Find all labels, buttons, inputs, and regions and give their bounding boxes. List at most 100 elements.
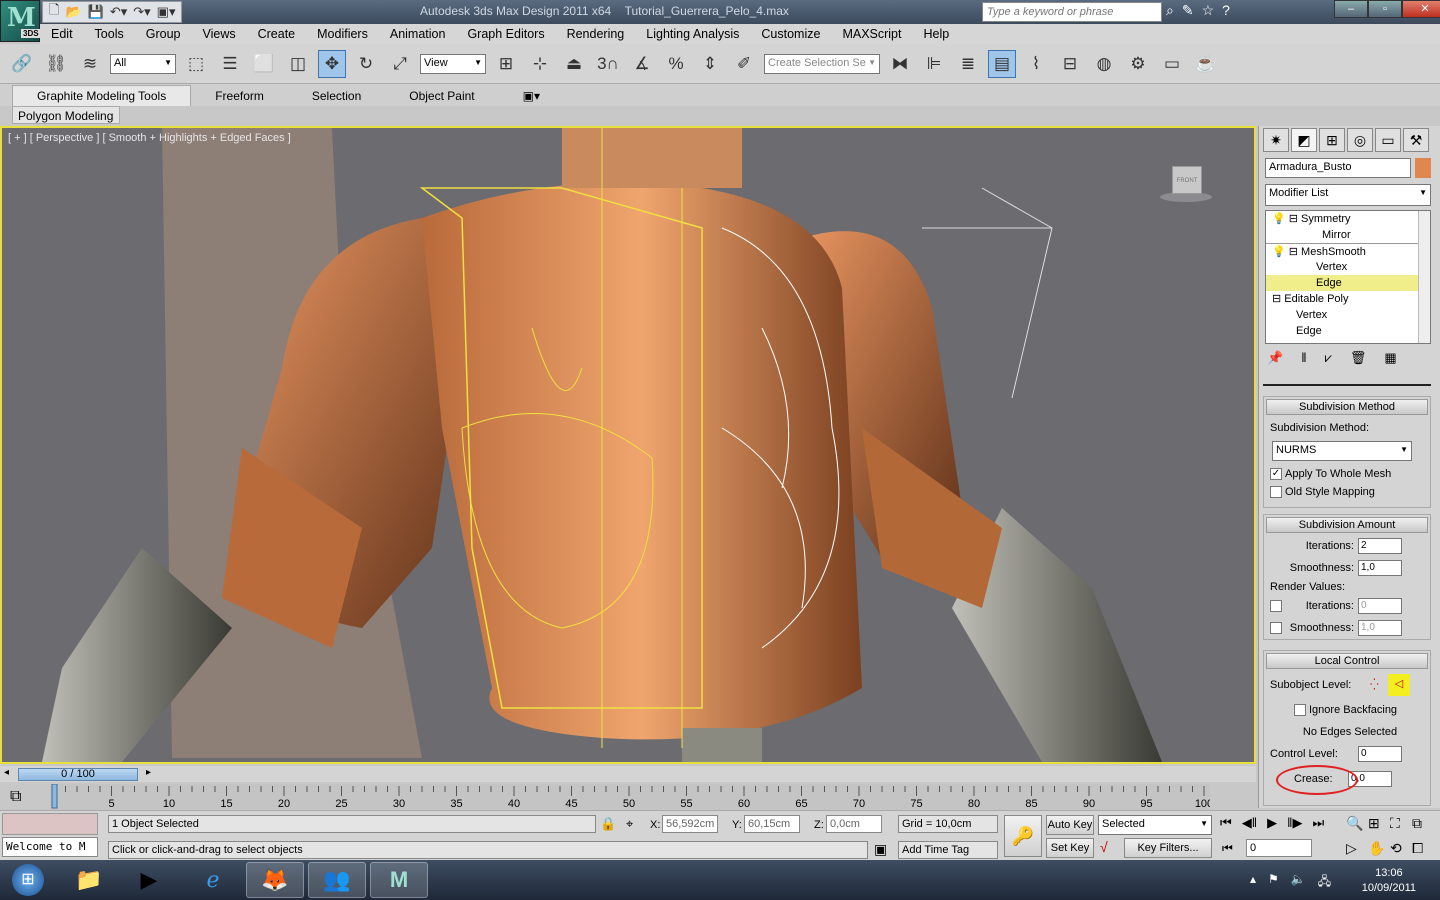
display-tab-icon[interactable]: ▭ xyxy=(1375,128,1401,152)
old-style-mapping-checkbox[interactable]: Old Style Mapping xyxy=(1264,481,1430,503)
app-menu-button[interactable]: M 3DS xyxy=(0,0,41,42)
polygon-modeling-panel[interactable]: Polygon Modeling xyxy=(12,106,120,124)
action-center-icon[interactable]: ⚑ xyxy=(1268,872,1279,893)
rollout-header[interactable]: Subdivision Method xyxy=(1266,399,1428,415)
select-and-scale-icon[interactable]: ⤢ xyxy=(386,50,414,78)
menu-lighting-analysis[interactable]: Lighting Analysis xyxy=(635,27,750,41)
undo-icon[interactable]: ↶▾ xyxy=(110,4,127,20)
key-mode-dropdown[interactable]: Selected xyxy=(1098,815,1212,835)
edge-subobject-icon[interactable]: ◁ xyxy=(1388,674,1410,696)
align-icon[interactable]: ⊫ xyxy=(920,50,948,78)
search-input[interactable]: Type a keyword or phrase xyxy=(982,2,1162,22)
object-name-input[interactable]: Armadura_Busto xyxy=(1265,158,1411,178)
show-hidden-icons[interactable]: ▴ xyxy=(1250,872,1256,893)
stack-item-meshsmooth[interactable]: 💡 ⊟ MeshSmooth xyxy=(1266,243,1430,259)
lightbulb-icon[interactable]: 💡 xyxy=(1272,246,1286,258)
project-folder-icon[interactable]: ▣▾ xyxy=(157,4,176,20)
start-button[interactable]: ⊞ xyxy=(0,862,56,898)
set-key-mode-icon[interactable]: 🔑 xyxy=(1004,815,1042,857)
menu-maxscript[interactable]: MAXScript xyxy=(831,27,912,41)
key-mode-toggle-icon[interactable]: ⏮ xyxy=(1222,841,1233,856)
create-tab-icon[interactable]: ✷ xyxy=(1263,128,1289,152)
modify-tab-icon[interactable]: ◩ xyxy=(1291,128,1317,152)
viewport-label[interactable]: [ + ] [ Perspective ] [ Smooth + Highlig… xyxy=(8,132,291,144)
set-key-button[interactable]: Set Key xyxy=(1046,838,1094,858)
reference-coordinate-dropdown[interactable]: View xyxy=(420,53,486,74)
modifier-list-dropdown[interactable]: Modifier List xyxy=(1265,184,1431,206)
menu-help[interactable]: Help xyxy=(912,27,960,41)
y-coordinate-field[interactable]: 60,15cm xyxy=(744,815,800,833)
menu-animation[interactable]: Animation xyxy=(379,27,457,41)
x-coordinate-field[interactable]: 56,592cm xyxy=(662,815,718,833)
go-to-start-icon[interactable]: ⏮ xyxy=(1220,815,1232,831)
control-level-spinner[interactable]: 0 xyxy=(1358,746,1402,762)
z-coordinate-field[interactable]: 0,0cm xyxy=(826,815,882,833)
spinner-snap-icon[interactable]: ⇕ xyxy=(696,50,724,78)
play-icon[interactable]: ▶ xyxy=(1267,815,1277,831)
zoom-extents-all-icon[interactable]: ⧉ xyxy=(1412,815,1434,832)
absolute-mode-icon[interactable]: ⌖ xyxy=(626,816,633,832)
explorer-icon[interactable]: 📁 xyxy=(60,862,118,898)
redo-icon[interactable]: ↷▾ xyxy=(133,4,150,20)
help-icon[interactable]: ? xyxy=(1222,2,1230,19)
selection-lock-icon[interactable]: 🔒 xyxy=(600,816,616,832)
window-crossing-icon[interactable]: ◫ xyxy=(284,50,312,78)
maximize-button[interactable]: ▫ xyxy=(1368,0,1402,18)
perspective-viewport[interactable]: [ + ] [ Perspective ] [ Smooth + Highlig… xyxy=(0,126,1256,764)
curve-editor-icon[interactable]: ⌇ xyxy=(1022,50,1050,78)
rollout-header[interactable]: Local Control xyxy=(1266,653,1428,669)
stack-item-editable-poly[interactable]: ⊟ Editable Poly xyxy=(1266,291,1430,307)
select-by-name-icon[interactable]: ☰ xyxy=(216,50,244,78)
make-unique-icon[interactable]: ⩗ xyxy=(1325,350,1332,366)
vertex-subobject-icon[interactable]: ⁛ xyxy=(1370,671,1379,699)
time-slider[interactable]: ◂ 0 / 100 ▸ xyxy=(0,766,1256,782)
minimize-button[interactable]: – xyxy=(1334,0,1368,18)
current-frame-marker[interactable] xyxy=(51,783,58,809)
orbit-icon[interactable]: ⟲ xyxy=(1390,840,1412,857)
menu-customize[interactable]: Customize xyxy=(750,27,831,41)
object-color-swatch[interactable] xyxy=(1415,158,1431,178)
select-and-move-icon[interactable]: ✥ xyxy=(318,49,346,78)
subdivision-method-dropdown[interactable]: NURMS xyxy=(1272,441,1412,461)
rollout-header[interactable]: Subdivision Amount xyxy=(1266,517,1428,533)
ignore-backfacing-checkbox[interactable]: Ignore Backfacing xyxy=(1264,699,1430,721)
pivot-center-icon[interactable]: ⊞ xyxy=(492,50,520,78)
zoom-extents-icon[interactable]: ⛶ xyxy=(1390,815,1412,832)
hierarchy-tab-icon[interactable]: ⊞ xyxy=(1319,128,1345,152)
3ds-max-taskbar-icon[interactable]: M xyxy=(370,862,428,898)
current-frame-field[interactable]: 0 xyxy=(1246,839,1312,857)
maximize-viewport-icon[interactable]: ⧠ xyxy=(1412,840,1434,857)
stack-item-poly-edge[interactable]: Edge xyxy=(1266,323,1430,339)
track-bar[interactable]: 5 10 15 20 25 30 35 40 45 50 55 60 65 70 75 80 85 90 95 100 xyxy=(50,783,1213,810)
maxscript-mini-listener[interactable]: Welcome to M xyxy=(2,837,98,857)
maxscript-listener-pink[interactable] xyxy=(2,813,98,835)
time-tag-icon[interactable]: ▣ xyxy=(874,841,887,858)
material-editor-icon[interactable]: ◍ xyxy=(1090,50,1118,78)
go-to-end-icon[interactable]: ⏭ xyxy=(1312,815,1324,831)
zoom-all-icon[interactable]: ⊞ xyxy=(1368,815,1390,832)
network-icon[interactable]: 🖧 xyxy=(1318,872,1331,893)
ribbon-options-icon[interactable]: ▣▾ xyxy=(499,86,564,106)
menu-rendering[interactable]: Rendering xyxy=(556,27,636,41)
render-iterations-checkbox[interactable] xyxy=(1270,600,1282,613)
open-file-icon[interactable]: 📂 xyxy=(65,4,81,20)
messenger-icon[interactable]: 👥 xyxy=(308,862,366,898)
viewcube[interactable]: FRONT xyxy=(1154,164,1214,204)
binoculars-icon[interactable]: ⌕ xyxy=(1166,2,1174,19)
select-object-icon[interactable]: ⬚ xyxy=(182,50,210,78)
snaps-toggle-icon[interactable]: 3 ∩ xyxy=(594,50,622,78)
motion-tab-icon[interactable]: ◎ xyxy=(1347,128,1373,152)
render-iterations-spinner[interactable]: 0 xyxy=(1358,598,1402,614)
menu-tools[interactable]: Tools xyxy=(84,27,135,41)
keyboard-shortcut-override-icon[interactable]: ⏏ xyxy=(560,50,588,78)
bind-space-warp-icon[interactable]: ≋ xyxy=(76,50,104,78)
tools-icon[interactable]: ✎ xyxy=(1182,2,1194,19)
stack-item-mirror[interactable]: Mirror xyxy=(1266,227,1430,243)
unlink-icon[interactable]: ⛓ xyxy=(42,50,70,78)
rectangular-selection-icon[interactable]: ⬜ xyxy=(250,50,278,78)
rendered-frame-window-icon[interactable]: ▭ xyxy=(1158,50,1186,78)
schematic-view-icon[interactable]: ⊟ xyxy=(1056,50,1084,78)
new-file-icon[interactable]: 🗋 xyxy=(49,1,59,23)
media-player-icon[interactable]: ▶ xyxy=(120,862,178,898)
tab-freeform[interactable]: Freeform xyxy=(191,86,288,106)
